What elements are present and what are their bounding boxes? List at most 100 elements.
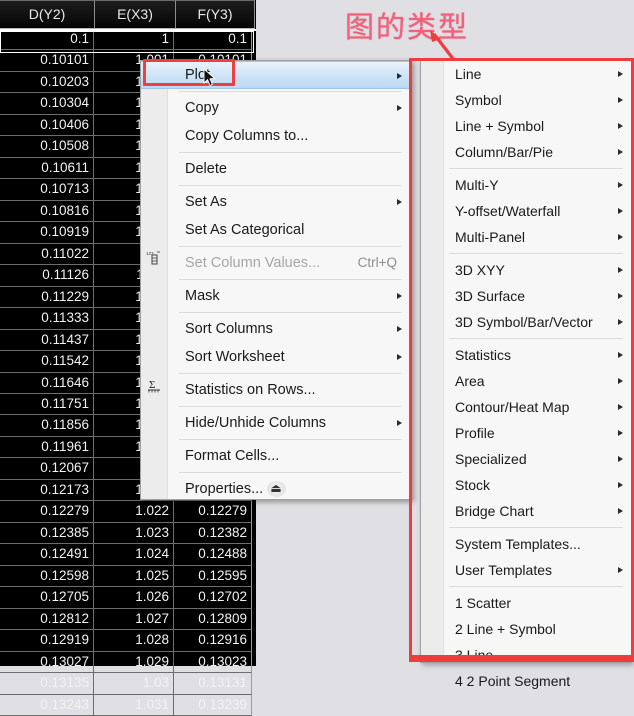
table-cell[interactable]: 0.13135 [0,673,94,695]
table-cell[interactable]: 0.11437 [0,329,94,352]
table-cell[interactable]: 0.12488 [174,544,252,566]
submenu-item-multi-panel[interactable]: Multi-Panel [421,224,631,250]
submenu-item-user-templates[interactable]: User Templates [421,557,631,583]
submenu-item-line-symbol[interactable]: Line + Symbol [421,113,631,139]
table-cell[interactable]: 0.12173 [0,479,94,502]
table-row[interactable]: 0.12491 1.024 0.12488 [0,544,256,566]
table-cell[interactable]: 1.025 [94,565,174,588]
table-cell[interactable]: 1.026 [94,587,174,609]
plot-submenu-items[interactable]: Line Symbol Line + Symbol Column/Bar/Pie Mul… [421,61,631,694]
table-cell[interactable]: 0.13239 [174,694,252,716]
table-cell[interactable]: 0.10406 [0,114,94,137]
table-cell[interactable]: 1.031 [94,694,174,716]
menu-item-delete[interactable]: Delete [141,155,411,183]
table-cell[interactable]: 0.11751 [0,393,94,416]
table-cell[interactable]: 1.029 [94,651,174,674]
table-row[interactable]: 0.12705 1.026 0.12702 [0,587,256,609]
table-cell[interactable]: 0.13027 [0,651,94,674]
submenu-item-3d-xyy[interactable]: 3D XYY [421,257,631,283]
table-row[interactable]: 0.12812 1.027 0.12809 [0,608,256,631]
table-cell[interactable]: 0.12279 [0,501,94,523]
table-cell[interactable]: 0.11542 [0,351,94,373]
submenu-item-specialized[interactable]: Specialized [421,446,631,472]
table-cell[interactable]: 0.13023 [174,651,252,674]
table-cell[interactable]: 1.023 [94,522,174,545]
submenu-item-1-scatter[interactable]: 1 Scatter [421,590,631,616]
table-cell[interactable]: 0.1 [0,29,94,51]
menu-item-format-cells[interactable]: Format Cells... [141,442,411,470]
plot-submenu[interactable]: Line Symbol Line + Symbol Column/Bar/Pie Mul… [420,60,632,689]
menu-item-set-as[interactable]: Set As [141,188,411,216]
table-row[interactable]: 0.12385 1.023 0.12382 [0,522,256,545]
table-cell[interactable]: 0.12067 [0,458,94,480]
table-row[interactable]: 0.13027 1.029 0.13023 [0,651,256,674]
table-cell[interactable]: 0.10203 [0,71,94,94]
table-row[interactable]: 0.12598 1.025 0.12595 [0,565,256,588]
table-cell[interactable]: 0.11229 [0,286,94,309]
table-cell[interactable]: 0.12598 [0,565,94,588]
submenu-item-symbol[interactable]: Symbol [421,87,631,113]
menu-item-sort-columns[interactable]: Sort Columns [141,315,411,343]
table-cell[interactable]: 0.10508 [0,136,94,158]
table-cell[interactable]: 0.12809 [174,608,252,631]
submenu-item-statistics[interactable]: Statistics [421,342,631,368]
worksheet-context-menu[interactable]: Plot Copy Copy Columns to... Delete Set As Se… [140,60,412,500]
table-cell[interactable]: 1.028 [94,630,174,652]
column-header-f[interactable]: F(Y3) [176,0,255,29]
table-cell[interactable]: 0.11646 [0,372,94,394]
table-cell[interactable]: 1.024 [94,544,174,566]
menu-item-set-as-categorical[interactable]: Set As Categorical [141,216,411,244]
table-cell[interactable]: 0.10919 [0,222,94,244]
table-row[interactable]: 0.12919 1.028 0.12916 [0,630,256,652]
submenu-item-profile[interactable]: Profile [421,420,631,446]
table-cell[interactable]: 0.12385 [0,522,94,545]
table-cell[interactable]: 0.10611 [0,157,94,180]
context-menu-items[interactable]: Plot Copy Copy Columns to... Delete Set As Se… [141,61,411,503]
table-cell[interactable]: 0.10304 [0,93,94,115]
table-cell[interactable]: 0.11022 [0,243,94,266]
table-cell[interactable]: 0.10101 [0,50,94,72]
submenu-item-column-bar-pie[interactable]: Column/Bar/Pie [421,139,631,165]
table-cell[interactable]: 0.1 [174,29,252,51]
submenu-item-4-2-point-segment[interactable]: 4 2 Point Segment [421,668,631,694]
menu-item-statistics-on-rows[interactable]: Statistics on Rows... Σ [141,376,411,404]
table-row[interactable]: 0.12279 1.022 0.12279 [0,501,256,523]
table-cell[interactable]: 0.12491 [0,544,94,566]
submenu-item-line[interactable]: Line [421,61,631,87]
table-cell[interactable]: 0.12702 [174,587,252,609]
submenu-item-contour-heat-map[interactable]: Contour/Heat Map [421,394,631,420]
submenu-item-3d-symbol-bar-vector[interactable]: 3D Symbol/Bar/Vector [421,309,631,335]
column-header-e[interactable]: E(X3) [95,0,176,29]
table-cell[interactable]: 1 [94,29,174,51]
table-row[interactable]: 0.1 1 0.1 [0,29,256,51]
table-cell[interactable]: 1.03 [94,673,174,695]
table-cell[interactable]: 0.11126 [0,265,94,287]
table-cell[interactable]: 0.12705 [0,587,94,609]
table-cell[interactable]: 0.12279 [174,501,252,523]
menu-item-copy-columns-to[interactable]: Copy Columns to... [141,122,411,150]
menu-item-hide-unhide-columns[interactable]: Hide/Unhide Columns [141,409,411,437]
column-header-d[interactable]: D(Y2) [0,0,95,29]
table-cell[interactable]: 0.12916 [174,630,252,652]
table-cell[interactable]: 0.12595 [174,565,252,588]
table-cell[interactable]: 0.13243 [0,694,94,716]
table-row[interactable]: 0.13135 1.03 0.13131 [0,673,256,695]
menu-item-mask[interactable]: Mask [141,282,411,310]
menu-item-copy[interactable]: Copy [141,94,411,122]
submenu-item-stock[interactable]: Stock [421,472,631,498]
submenu-item-bridge-chart[interactable]: Bridge Chart [421,498,631,524]
table-cell[interactable]: 0.12919 [0,630,94,652]
table-cell[interactable]: 0.11856 [0,415,94,437]
table-cell[interactable]: 0.11961 [0,436,94,459]
submenu-item-multi-y[interactable]: Multi-Y [421,172,631,198]
table-cell[interactable]: 0.11333 [0,308,94,330]
table-cell[interactable]: 0.12382 [174,522,252,545]
table-cell[interactable]: 0.12812 [0,608,94,631]
context-menu-scroll-down[interactable]: ⏏ [141,479,411,497]
submenu-item-2-line-symbol[interactable]: 2 Line + Symbol [421,616,631,642]
submenu-item-area[interactable]: Area [421,368,631,394]
submenu-item-3d-surface[interactable]: 3D Surface [421,283,631,309]
table-cell[interactable]: 0.10816 [0,200,94,223]
submenu-item-system-templates[interactable]: System Templates... [421,531,631,557]
table-cell[interactable]: 0.13131 [174,673,252,695]
